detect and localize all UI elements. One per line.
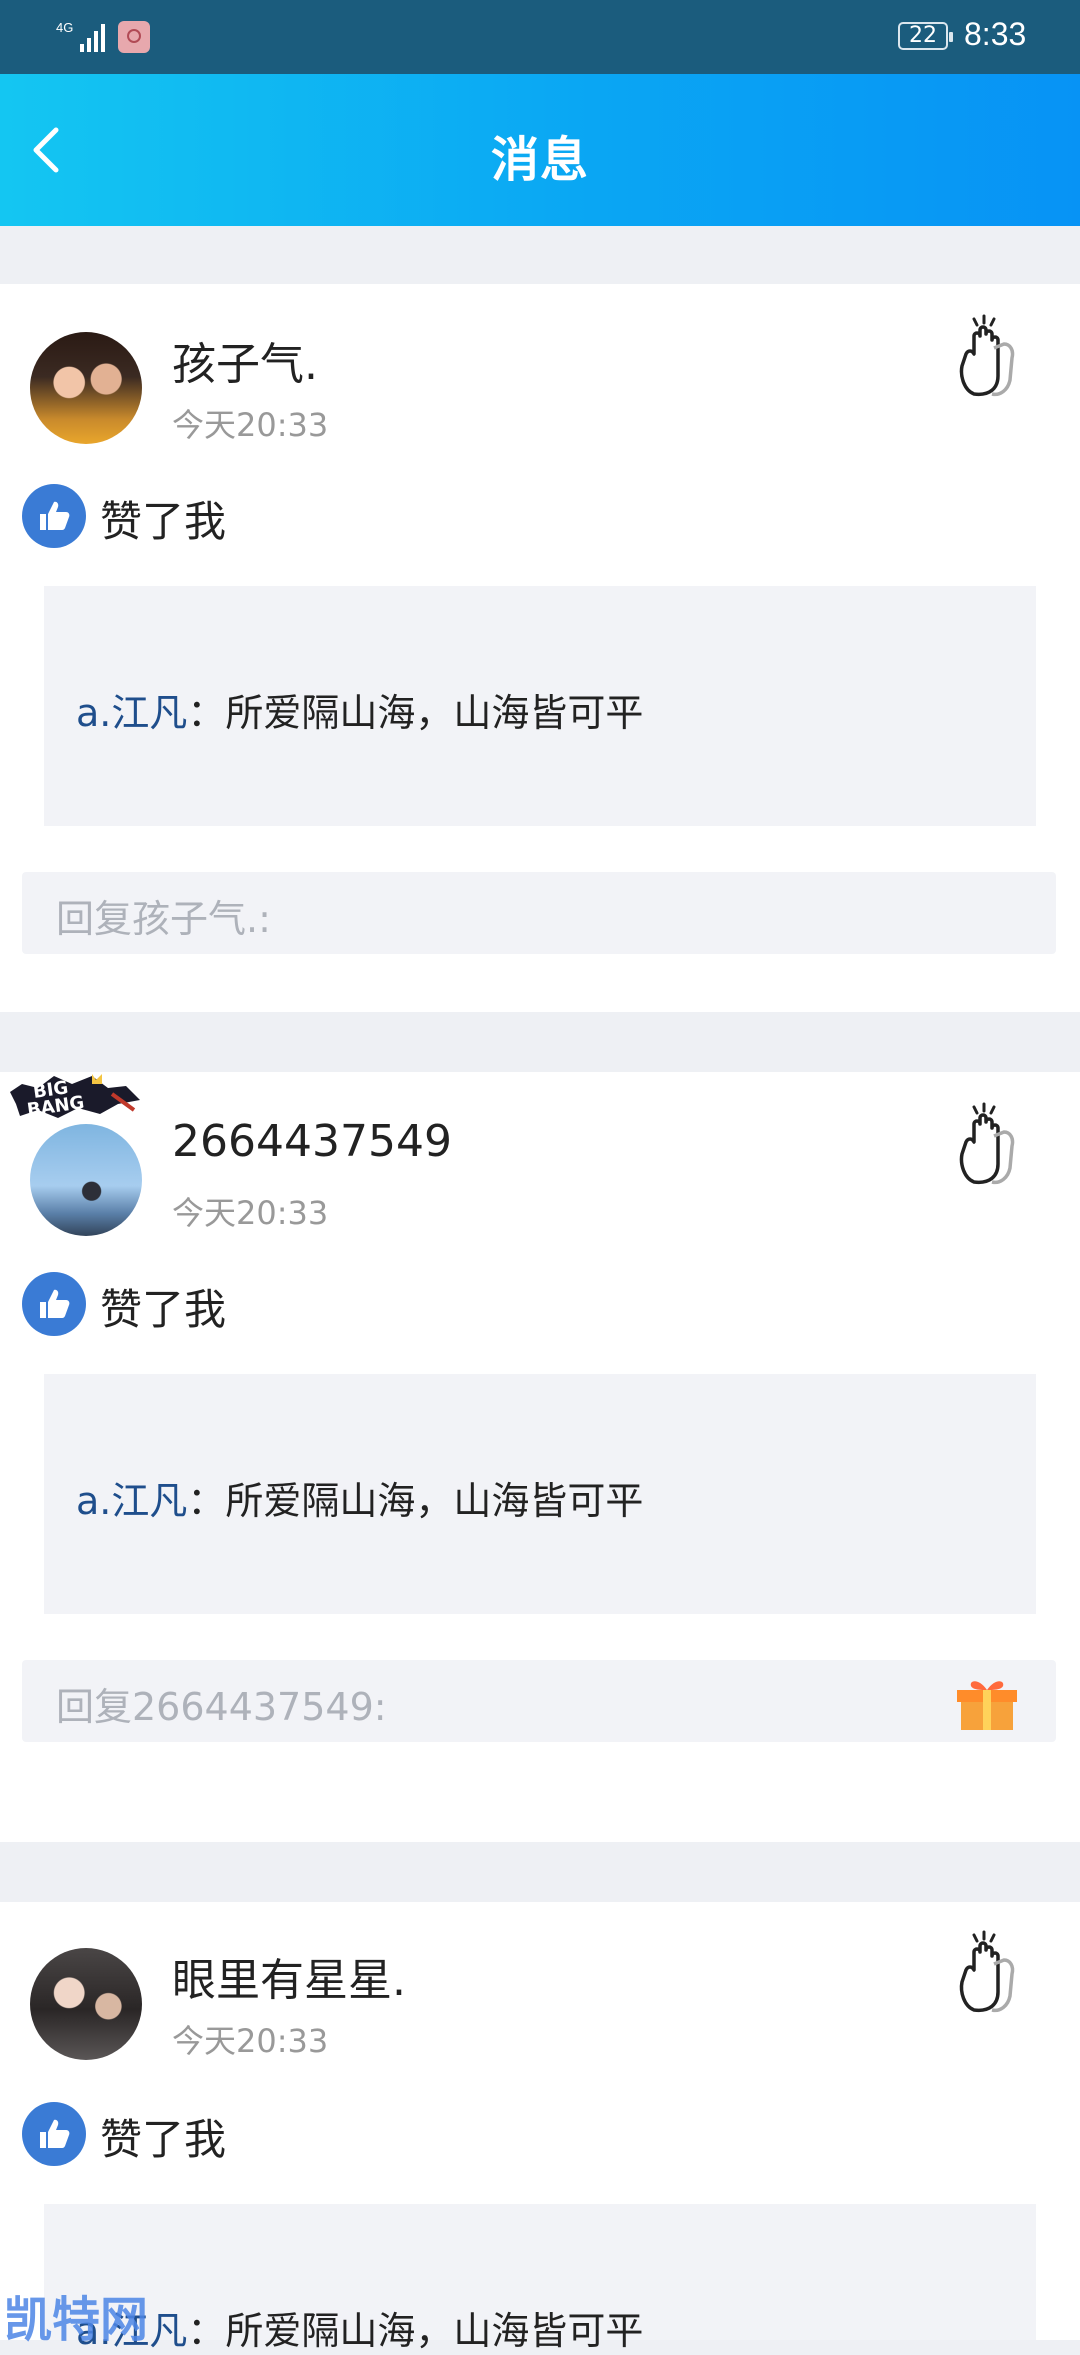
timestamp: 今天20:33 bbox=[172, 1194, 329, 1232]
thumbs-up-icon bbox=[22, 1272, 86, 1336]
gift-icon[interactable] bbox=[955, 1674, 1019, 1732]
action-text: 赞了我 bbox=[100, 1285, 227, 1334]
user-name[interactable]: 孩子气. bbox=[172, 328, 318, 392]
avatar[interactable] bbox=[30, 332, 142, 444]
wave-hand-icon[interactable] bbox=[952, 1930, 1032, 2016]
reply-input[interactable]: 回复2664437549: bbox=[22, 1660, 1056, 1742]
top-app-bar: 消息 bbox=[0, 74, 1080, 226]
battery-icon: 22 bbox=[898, 22, 953, 50]
signal-icon: 4G bbox=[56, 20, 105, 52]
network-label: 4G bbox=[56, 20, 73, 35]
avatar-frame-decoration: BIG BANG bbox=[10, 1074, 140, 1121]
notification-card: 孩子气. 今天20:33 赞了我 a.江凡：所爱隔山海，山海皆可平 回复孩子气.… bbox=[0, 284, 1080, 1012]
wave-hand-icon[interactable] bbox=[952, 314, 1032, 400]
thumbs-up-icon bbox=[22, 2102, 86, 2166]
quoted-post[interactable]: a.江凡：所爱隔山海，山海皆可平 bbox=[44, 2204, 1036, 2353]
page-title: 消息 bbox=[490, 132, 589, 188]
reply-placeholder: 回复2664437549: bbox=[56, 1685, 387, 1729]
quoted-post[interactable]: a.江凡：所爱隔山海，山海皆可平 bbox=[44, 1374, 1036, 1614]
quoted-post-text: a.江凡：所爱隔山海，山海皆可平 bbox=[76, 2300, 643, 2355]
quoted-post-content: ：所爱隔山海，山海皆可平 bbox=[187, 1479, 644, 1523]
notification-card: BIG BANG 2664437549 今天20:33 赞了我 a.江凡：所爱隔… bbox=[0, 1072, 1080, 1842]
quoted-post-content: ：所爱隔山海，山海皆可平 bbox=[187, 691, 644, 735]
timestamp: 今天20:33 bbox=[172, 406, 329, 444]
avatar[interactable] bbox=[30, 1948, 142, 2060]
quoted-post-author[interactable]: a.江凡 bbox=[76, 1479, 187, 1523]
quoted-post[interactable]: a.江凡：所爱隔山海，山海皆可平 bbox=[44, 586, 1036, 826]
quoted-post-author[interactable]: a.江凡 bbox=[76, 691, 187, 735]
timestamp: 今天20:33 bbox=[172, 2022, 329, 2060]
reply-placeholder: 回复孩子气.: bbox=[56, 897, 271, 941]
clock: 8:33 bbox=[964, 16, 1027, 52]
user-name[interactable]: 眼里有星星. bbox=[172, 1944, 406, 2008]
wave-hand-icon[interactable] bbox=[952, 1102, 1032, 1188]
user-name[interactable]: 2664437549 bbox=[172, 1116, 452, 1167]
action-text: 赞了我 bbox=[100, 2115, 227, 2164]
thumbs-up-icon bbox=[22, 484, 86, 548]
reply-input[interactable]: 回复孩子气.: bbox=[22, 872, 1056, 954]
quoted-post-content: ：所爱隔山海，山海皆可平 bbox=[187, 2309, 644, 2353]
status-bar: 4G 22 8:33 bbox=[0, 0, 1080, 74]
avatar[interactable] bbox=[30, 1124, 142, 1236]
action-text: 赞了我 bbox=[100, 497, 227, 546]
quoted-post-text: a.江凡：所爱隔山海，山海皆可平 bbox=[76, 682, 643, 737]
quoted-post-text: a.江凡：所爱隔山海，山海皆可平 bbox=[76, 1470, 643, 1525]
notification-card: 眼里有星星. 今天20:33 赞了我 a.江凡：所爱隔山海，山海皆可平 bbox=[0, 1902, 1080, 2353]
app-notification-icon bbox=[118, 21, 150, 53]
